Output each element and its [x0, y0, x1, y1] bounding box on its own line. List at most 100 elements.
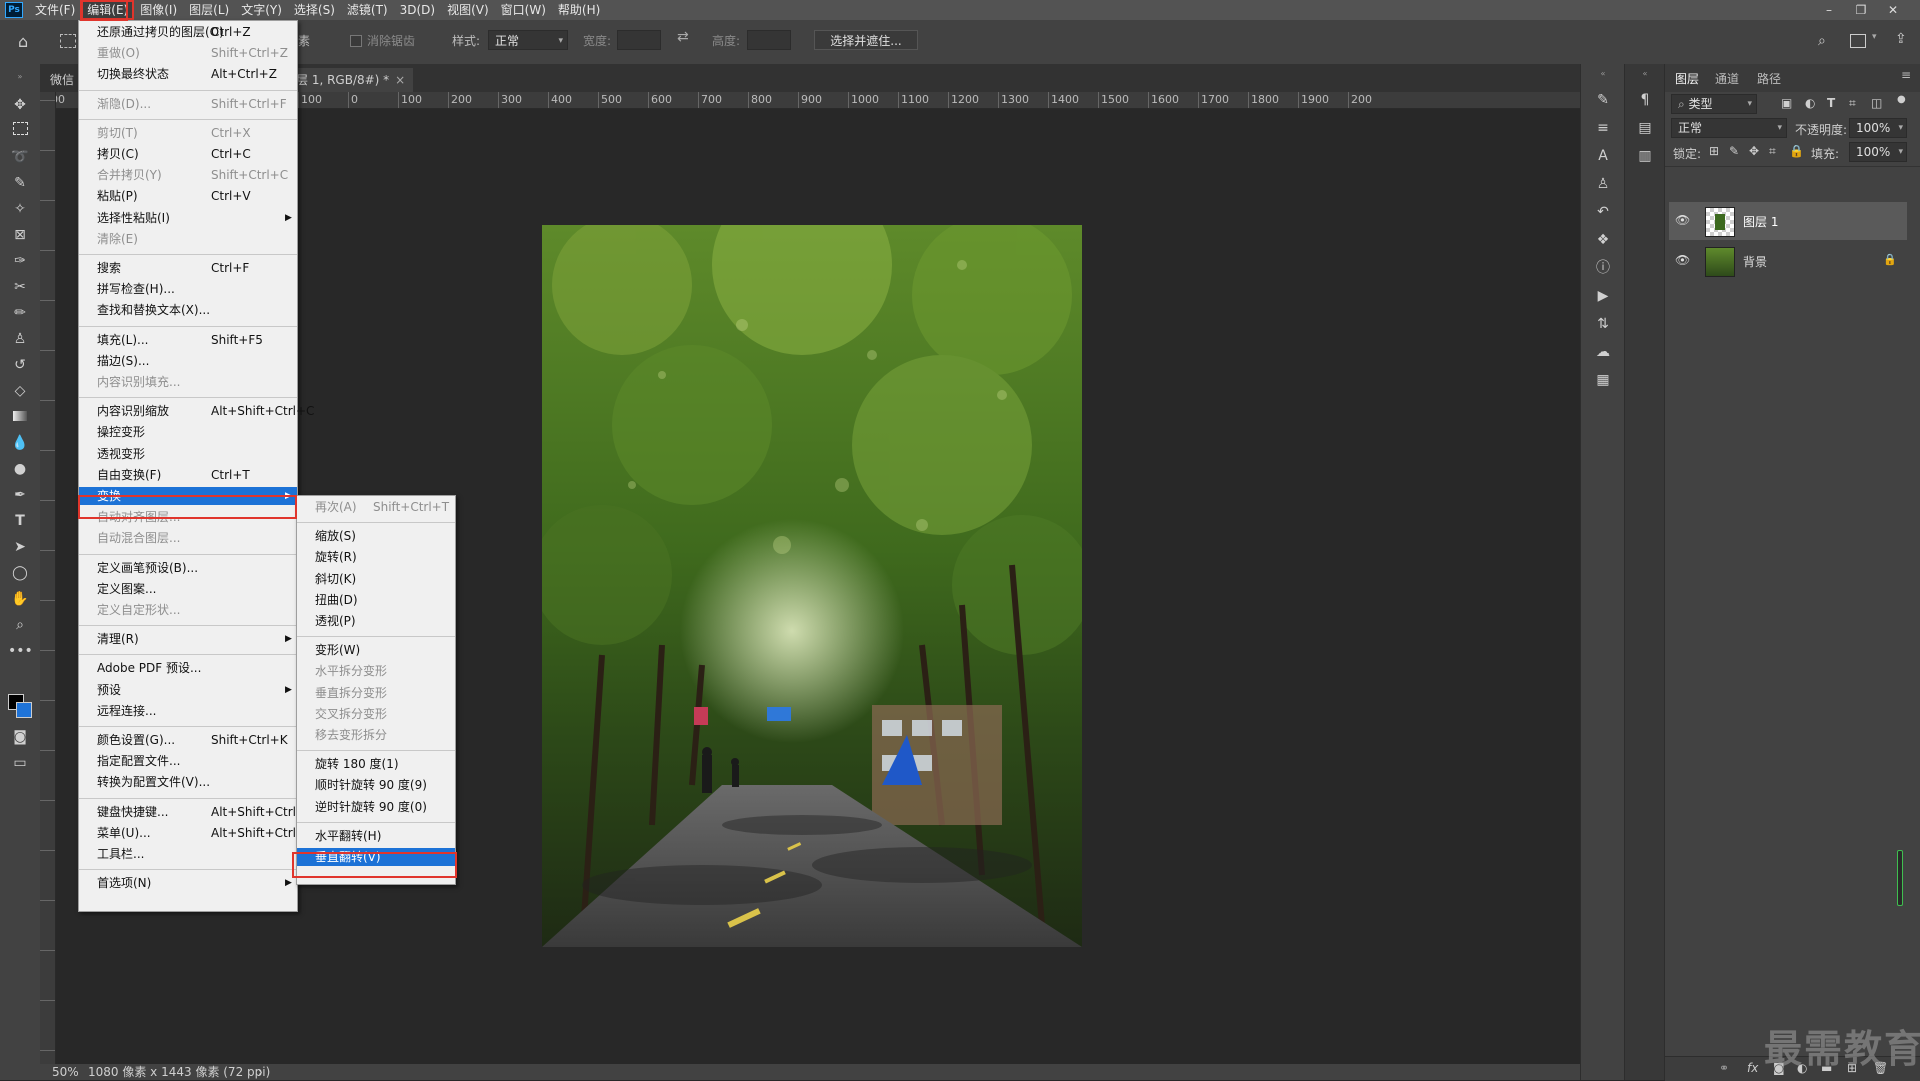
type-tool-icon[interactable]: T — [8, 510, 32, 532]
menu-item[interactable]: 定义图案... — [79, 580, 297, 598]
tab-paths[interactable]: 路径 — [1757, 70, 1781, 87]
layer-comps-icon[interactable]: ⇅ — [1593, 314, 1613, 334]
history-icon[interactable]: ↶ — [1593, 202, 1613, 222]
menu-item[interactable]: 顺时针旋转 90 度(9) — [297, 776, 455, 794]
menu-item[interactable]: 水平翻转(H) — [297, 827, 455, 845]
menu-item[interactable]: 指定配置文件... — [79, 752, 297, 770]
tab-channels[interactable]: 通道 — [1715, 70, 1739, 87]
menu-4[interactable]: 文字(Y) — [235, 0, 288, 20]
frame-tool-icon[interactable]: ⊠ — [8, 224, 32, 246]
menu-item[interactable]: 清除(E) — [79, 230, 297, 248]
menu-item[interactable]: 首选项(N) ▶ — [79, 874, 297, 892]
menu-6[interactable]: 滤镜(T) — [341, 0, 394, 20]
info-icon[interactable]: ⓘ — [1593, 258, 1613, 278]
tree-lined-road-photo[interactable] — [542, 225, 1082, 947]
move-tool-icon[interactable]: ✥ — [8, 94, 32, 116]
collapse-right-icon[interactable]: « — [1593, 64, 1613, 84]
lock-artboard-icon[interactable]: ⌗ — [1769, 144, 1776, 159]
3d-icon[interactable]: ☁ — [1593, 342, 1613, 362]
filter-type-icon[interactable]: T — [1827, 96, 1835, 110]
fill-input[interactable]: 100% ▾ — [1849, 142, 1907, 162]
share-icon[interactable]: ⇪ — [1895, 31, 1907, 47]
menu-item[interactable]: 定义画笔预设(B)... — [79, 559, 297, 577]
blend-mode-select[interactable]: 正常 ▾ — [1671, 118, 1787, 138]
notes-icon[interactable]: ▥ — [1635, 146, 1655, 166]
home-icon[interactable]: ⌂ — [18, 32, 36, 51]
menu-item[interactable]: 斜切(K) — [297, 570, 455, 588]
document-tab-background[interactable]: 微信 — [42, 68, 83, 92]
gradient-tool-icon[interactable] — [8, 406, 32, 428]
opacity-input[interactable]: 100% ▾ — [1849, 118, 1907, 138]
select-and-mask-button[interactable]: 选择并遮住... — [814, 30, 918, 50]
lasso-tool-icon[interactable]: ➰ — [8, 146, 32, 168]
marquee-option-icon[interactable] — [60, 34, 76, 48]
menu-3[interactable]: 图层(L) — [183, 0, 235, 20]
menu-item[interactable]: 描边(S)... — [79, 352, 297, 370]
lock-image-icon[interactable]: ✎ — [1729, 144, 1739, 158]
menu-item[interactable]: 切换最终状态 Alt+Ctrl+Z — [79, 65, 297, 83]
status-menu-arrow-icon[interactable]: › — [258, 1064, 263, 1080]
menu-9[interactable]: 窗口(W) — [495, 0, 552, 20]
adjustments-icon[interactable]: ≡ — [1593, 118, 1613, 138]
menu-item[interactable]: 转换为配置文件(V)... — [79, 773, 297, 791]
tab-layers[interactable]: 图层 — [1675, 70, 1699, 87]
zoom-tool-icon[interactable]: ⌕ — [8, 614, 32, 636]
collapse-icon[interactable]: » — [8, 66, 32, 88]
paragraph-icon[interactable]: ¶ — [1635, 90, 1655, 110]
menu-item[interactable]: 缩放(S) — [297, 527, 455, 545]
menu-item[interactable]: 还原通过拷贝的图层(O) Ctrl+Z — [79, 23, 297, 41]
magic-wand-icon[interactable]: ✧ — [8, 198, 32, 220]
swap-icon[interactable]: ⇄ — [677, 29, 689, 45]
width-input[interactable] — [617, 30, 661, 50]
stamp-tool-icon[interactable]: ♙ — [8, 328, 32, 350]
menu-item[interactable]: 拷贝(C) Ctrl+C — [79, 145, 297, 163]
antialias-checkbox[interactable] — [350, 35, 362, 47]
menu-item[interactable]: 渐隐(D)... Shift+Ctrl+F — [79, 95, 297, 113]
minimize-button[interactable]: – — [1814, 0, 1844, 20]
menu-item[interactable]: 旋转(R) — [297, 548, 455, 566]
visibility-eye-icon[interactable]: 👁 — [1675, 253, 1690, 267]
eyedropper-icon[interactable]: ✑ — [8, 250, 32, 272]
panel-menu-icon[interactable]: ≡ — [1901, 68, 1911, 82]
ellipse-tool-icon[interactable]: ◯ — [8, 562, 32, 584]
fx-icon[interactable]: fx — [1747, 1061, 1758, 1075]
menu-8[interactable]: 视图(V) — [441, 0, 495, 20]
search-icon[interactable]: ⌕ — [1818, 33, 1826, 49]
menu-item[interactable]: 透视(P) — [297, 612, 455, 630]
menu-item[interactable]: 重做(O) Shift+Ctrl+Z — [79, 44, 297, 62]
menu-item[interactable]: 粘贴(P) Ctrl+V — [79, 187, 297, 205]
healing-brush-icon[interactable]: ✂ — [8, 276, 32, 298]
document-tab-active[interactable]: 层 1, RGB/8#) * × — [288, 68, 414, 92]
character-icon[interactable]: A — [1593, 146, 1613, 166]
blur-tool-icon[interactable]: 💧 — [8, 432, 32, 454]
brush-tool-icon[interactable]: ✏ — [8, 302, 32, 324]
menu-item[interactable]: 拼写检查(H)... — [79, 280, 297, 298]
style-select[interactable]: 正常 ▾ — [488, 30, 568, 50]
menu-item[interactable]: 再次(A) Shift+Ctrl+T — [297, 498, 455, 516]
menu-item[interactable]: 透视变形 — [79, 445, 297, 463]
menu-10[interactable]: 帮助(H) — [552, 0, 606, 20]
filter-shape-icon[interactable]: ⌗ — [1849, 96, 1856, 111]
menu-7[interactable]: 3D(D) — [394, 0, 441, 20]
menu-item[interactable]: 合并拷贝(Y) Shift+Ctrl+C — [79, 166, 297, 184]
menu-item[interactable]: 移去变形拆分 — [297, 726, 455, 744]
lock-transparent-icon[interactable]: ⊞ — [1709, 144, 1719, 158]
menu-item[interactable]: 水平拆分变形 — [297, 662, 455, 680]
visibility-eye-icon[interactable]: 👁 — [1675, 213, 1690, 227]
layer-row-1[interactable]: 👁 图层 1 — [1669, 202, 1907, 240]
menu-item[interactable]: 远程连接... — [79, 702, 297, 720]
screen-mode-icon[interactable]: ▭ — [8, 752, 32, 774]
menu-item[interactable]: 扭曲(D) — [297, 591, 455, 609]
menu-item[interactable]: 查找和替换文本(X)... — [79, 301, 297, 319]
styles-icon[interactable]: ❖ — [1593, 230, 1613, 250]
filter-pixel-icon[interactable]: ▣ — [1781, 96, 1792, 110]
menu-item[interactable]: Adobe PDF 预设... — [79, 659, 297, 677]
history-brush-icon[interactable]: ↺ — [8, 354, 32, 376]
layer-filter-select[interactable]: ⌕ 类型 ▾ — [1671, 94, 1757, 114]
menu-0[interactable]: 文件(F) — [29, 0, 81, 20]
close-window-button[interactable]: ✕ — [1878, 0, 1908, 20]
menu-item[interactable]: 内容识别缩放 Alt+Shift+Ctrl+C — [79, 402, 314, 420]
tab-close-icon[interactable]: × — [395, 68, 405, 92]
actions-play-icon[interactable]: ▶ — [1593, 286, 1613, 306]
menu-item[interactable]: 定义自定形状... — [79, 601, 297, 619]
